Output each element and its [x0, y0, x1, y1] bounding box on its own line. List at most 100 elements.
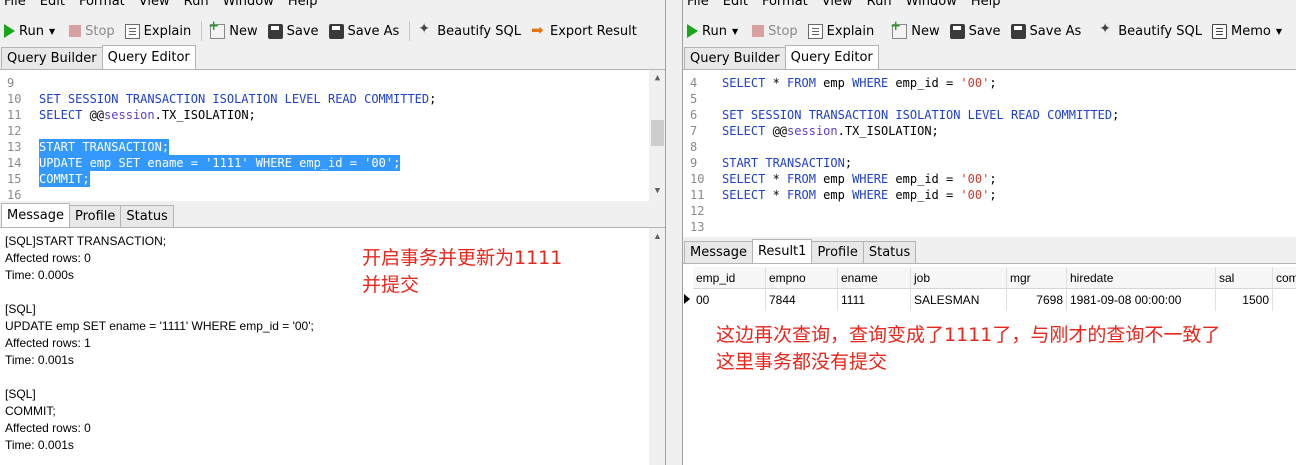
menu-view[interactable]: View	[822, 0, 853, 12]
table-cell[interactable]: SALESMAN	[911, 289, 1007, 311]
new-button[interactable]: New	[208, 19, 258, 39]
sql-keyword: START TRANSACTION	[722, 156, 845, 170]
table-cell[interactable]: 1981-09-08 00:00:00	[1067, 289, 1216, 311]
magic-wand-icon	[418, 21, 433, 39]
menu-format[interactable]: Format	[79, 0, 125, 12]
run-button[interactable]: Run ▼	[4, 24, 59, 39]
menu-run[interactable]: Run	[867, 0, 892, 12]
column-header[interactable]: ename	[838, 267, 911, 289]
sql-token: *	[765, 188, 788, 202]
explain-button[interactable]: Explain	[124, 23, 191, 39]
code-line[interactable]: 6 SET SESSION TRANSACTION ISOLATION LEVEL…	[683, 107, 1296, 123]
menu-file[interactable]: File	[4, 0, 26, 12]
column-header[interactable]: sal	[1216, 267, 1273, 289]
tab-profile[interactable]: Profile	[68, 205, 122, 227]
message-line: Affected rows: 0	[5, 421, 91, 435]
table-cell[interactable]: 1500	[1216, 289, 1273, 311]
sql-keyword: WHERE	[852, 172, 889, 186]
beautify-sql-button[interactable]: Beautify SQL	[418, 21, 521, 39]
menu-help[interactable]: Help	[971, 0, 1001, 12]
chevron-down-icon[interactable]: ▼	[1276, 27, 1282, 36]
code-line[interactable]: 15 COMMIT;	[0, 171, 665, 187]
save-button[interactable]: Save	[267, 23, 319, 39]
menu-file[interactable]: File	[687, 0, 709, 12]
scrollbar-thumb[interactable]	[651, 120, 664, 146]
menu-window[interactable]: Window	[906, 0, 957, 12]
chevron-down-icon[interactable]: ▼	[732, 27, 738, 36]
code-line[interactable]: 11 SELECT @@session.TX_ISOLATION;	[0, 107, 665, 123]
code-line[interactable]: 14 UPDATE emp SET ename = '1111' WHERE em…	[0, 155, 665, 171]
save-as-button[interactable]: Save As	[1010, 23, 1081, 39]
message-scrollbar[interactable]: ▲	[649, 228, 665, 465]
code-line[interactable]: 13 START TRANSACTION;	[0, 139, 665, 155]
message-line: Affected rows: 0	[5, 251, 91, 265]
tab-query-builder[interactable]: Query Builder	[1, 47, 103, 69]
code-line[interactable]: 4 SELECT * FROM emp WHERE emp_id = '00';	[683, 75, 1296, 91]
tab-query-editor[interactable]: Query Editor	[784, 45, 879, 69]
run-button[interactable]: Run ▼	[687, 24, 742, 39]
editor-scrollbar[interactable]: ▲ ▼	[649, 70, 665, 201]
table-cell[interactable]: 1111	[838, 289, 911, 311]
tab-profile[interactable]: Profile	[811, 241, 864, 263]
annotation-note-left: 开启事务并更新为1111 并提交	[362, 245, 562, 299]
message-line: [SQL]START TRANSACTION;	[5, 234, 167, 248]
code-line[interactable]: 9	[0, 75, 665, 91]
explain-button[interactable]: Explain	[807, 23, 874, 39]
column-header[interactable]: job	[911, 267, 1007, 289]
code-line[interactable]: 12	[683, 203, 1296, 219]
tab-status[interactable]: Status	[862, 241, 917, 263]
save-as-button[interactable]: Save As	[328, 23, 399, 39]
table-cell[interactable]: 00	[693, 289, 766, 311]
line-number: 9	[7, 76, 15, 90]
column-header[interactable]: com	[1273, 267, 1296, 289]
code-line[interactable]: 9 START TRANSACTION;	[683, 155, 1296, 171]
column-header[interactable]: mgr	[1007, 267, 1067, 289]
new-button[interactable]: New	[890, 19, 940, 39]
menu-view[interactable]: View	[139, 0, 170, 12]
table-cell[interactable]: 7698	[1007, 289, 1067, 311]
play-icon	[687, 24, 698, 38]
scroll-up-icon[interactable]: ▲	[649, 228, 665, 245]
code-line[interactable]: 13	[683, 219, 1296, 235]
code-line[interactable]: 12	[0, 123, 665, 139]
code-line[interactable]: 7 SELECT @@session.TX_ISOLATION;	[683, 123, 1296, 139]
menu-window[interactable]: Window	[223, 0, 274, 12]
menu-format[interactable]: Format	[762, 0, 808, 12]
sql-keyword: FROM	[787, 172, 816, 186]
menu-edit[interactable]: Edit	[40, 0, 65, 12]
tab-result1[interactable]: Result1	[751, 239, 813, 263]
tab-query-builder[interactable]: Query Builder	[684, 47, 786, 69]
sql-editor[interactable]: 4 SELECT * FROM emp WHERE emp_id = '00'; 5…	[683, 69, 1296, 237]
column-header[interactable]: hiredate	[1067, 267, 1216, 289]
menu-run[interactable]: Run	[184, 0, 209, 12]
column-header[interactable]: empno	[766, 267, 838, 289]
column-header[interactable]: emp_id	[693, 267, 766, 289]
stop-button[interactable]: Stop	[69, 24, 115, 39]
beautify-sql-button[interactable]: Beautify SQL	[1099, 21, 1202, 39]
sql-token: ;	[429, 92, 437, 106]
menu-edit[interactable]: Edit	[723, 0, 748, 12]
tab-message[interactable]: Message	[1, 203, 70, 227]
memo-button[interactable]: Memo ▼	[1211, 23, 1286, 39]
menu-help[interactable]: Help	[288, 0, 318, 12]
code-line[interactable]: 10 SET SESSION TRANSACTION ISOLATION LEVE…	[0, 91, 665, 107]
tab-status[interactable]: Status	[120, 205, 174, 227]
sql-string: '00'	[960, 172, 990, 186]
table-cell[interactable]	[1273, 289, 1296, 311]
save-button[interactable]: Save	[949, 23, 1001, 39]
table-cell[interactable]: 7844	[766, 289, 838, 311]
chevron-down-icon[interactable]: ▼	[49, 27, 55, 36]
tab-message[interactable]: Message	[684, 241, 753, 263]
code-line[interactable]: 5	[683, 91, 1296, 107]
tab-query-editor[interactable]: Query Editor	[101, 45, 196, 69]
line-number: 8	[690, 140, 698, 154]
scroll-up-icon[interactable]: ▲	[649, 70, 665, 87]
stop-button[interactable]: Stop	[752, 24, 798, 39]
sql-editor[interactable]: 9 10 SET SESSION TRANSACTION ISOLATION LEV…	[0, 69, 665, 201]
scroll-down-icon[interactable]: ▼	[649, 183, 665, 200]
code-line[interactable]: 8	[683, 139, 1296, 155]
code-line[interactable]: 11 SELECT * FROM emp WHERE emp_id = '00';	[683, 187, 1296, 203]
export-result-button[interactable]: Export Result	[531, 21, 637, 39]
code-line[interactable]: 16	[0, 187, 665, 201]
code-line[interactable]: 10 SELECT * FROM emp WHERE emp_id = '00';	[683, 171, 1296, 187]
